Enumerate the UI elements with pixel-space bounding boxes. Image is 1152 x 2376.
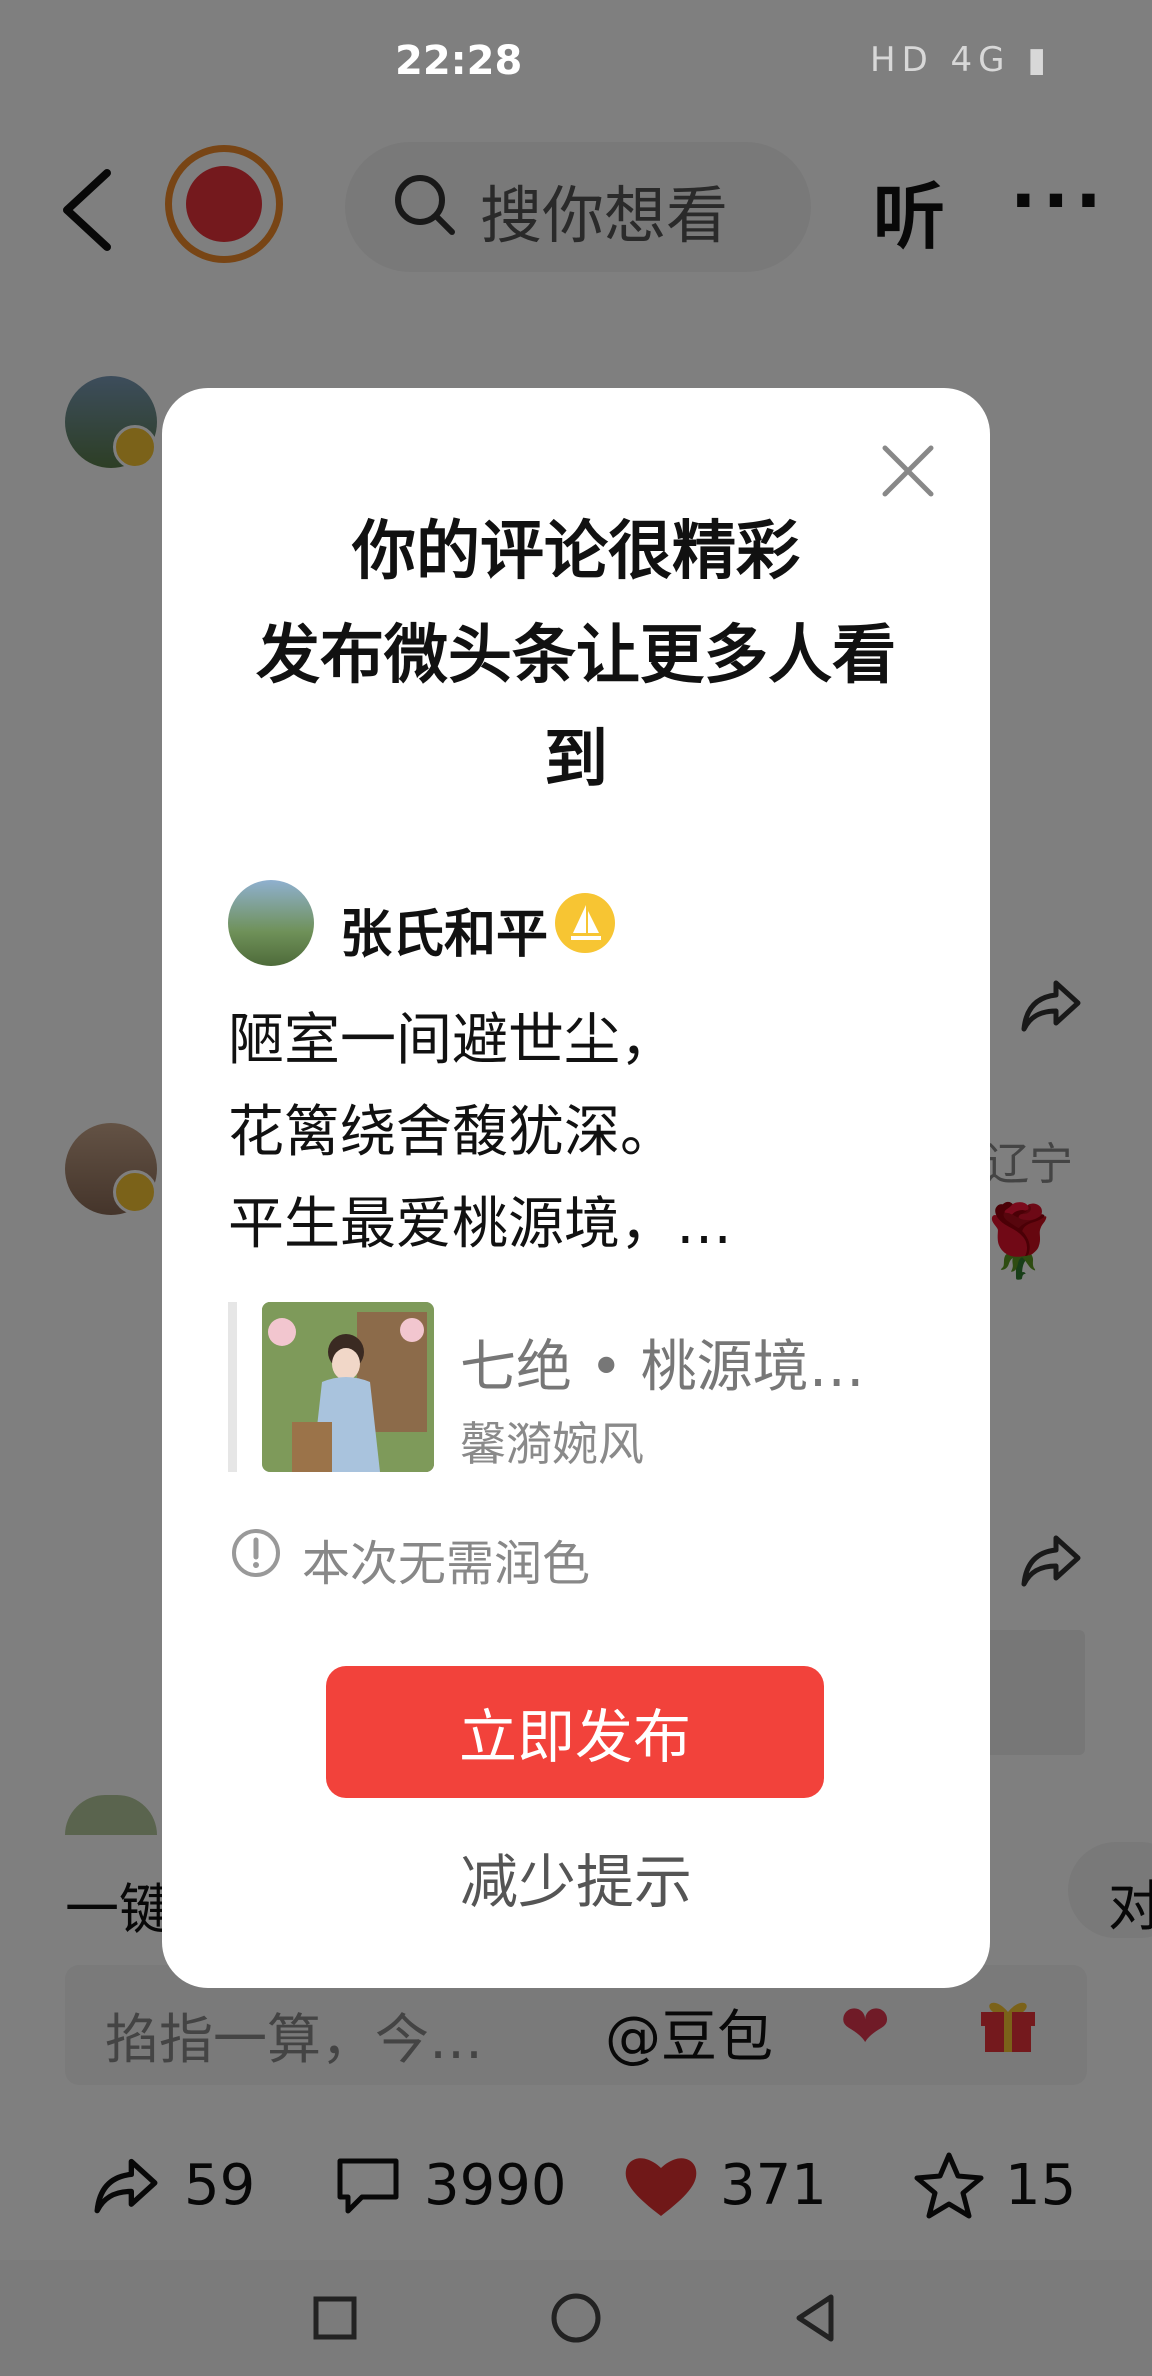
dialog-title-line: 你的评论很精彩 <box>352 515 800 589</box>
quoted-article-author: 馨漪婉风 <box>460 1417 644 1471</box>
reduce-prompts-button[interactable]: 减少提示 <box>162 1835 990 1919</box>
status-time: 22:28 <box>395 38 523 84</box>
status-icons: HD 4G ▮ <box>870 40 1053 80</box>
poem-line: 花篱绕舍馥犹深。 <box>228 1100 676 1165</box>
dialog-title-line: 到 <box>544 723 608 797</box>
poem-line: 陋室一间避世尘， <box>228 1008 676 1073</box>
info-icon <box>232 1529 280 1577</box>
poem-line: 平生最爱桃源境，… <box>228 1192 732 1257</box>
quoted-article-title[interactable]: 七绝 • 桃源境… <box>460 1322 865 1403</box>
publish-now-button[interactable]: 立即发布 <box>326 1666 824 1798</box>
dialog-title: 你的评论很精彩 发布微头条让更多人看 到 <box>162 500 990 812</box>
quote-divider <box>228 1302 237 1472</box>
author-name: 张氏和平 <box>340 905 549 965</box>
close-icon[interactable] <box>877 440 939 502</box>
author-avatar <box>228 880 314 966</box>
quoted-article-thumbnail <box>262 1302 434 1472</box>
comment-content: 陋室一间避世尘， 花篱绕舍馥犹深。 平生最爱桃源境，… <box>228 995 732 1271</box>
dialog-title-line: 发布微头条让更多人看 <box>256 619 896 693</box>
polish-tip: 本次无需润色 <box>302 1536 591 1592</box>
verified-badge-icon <box>555 893 615 953</box>
